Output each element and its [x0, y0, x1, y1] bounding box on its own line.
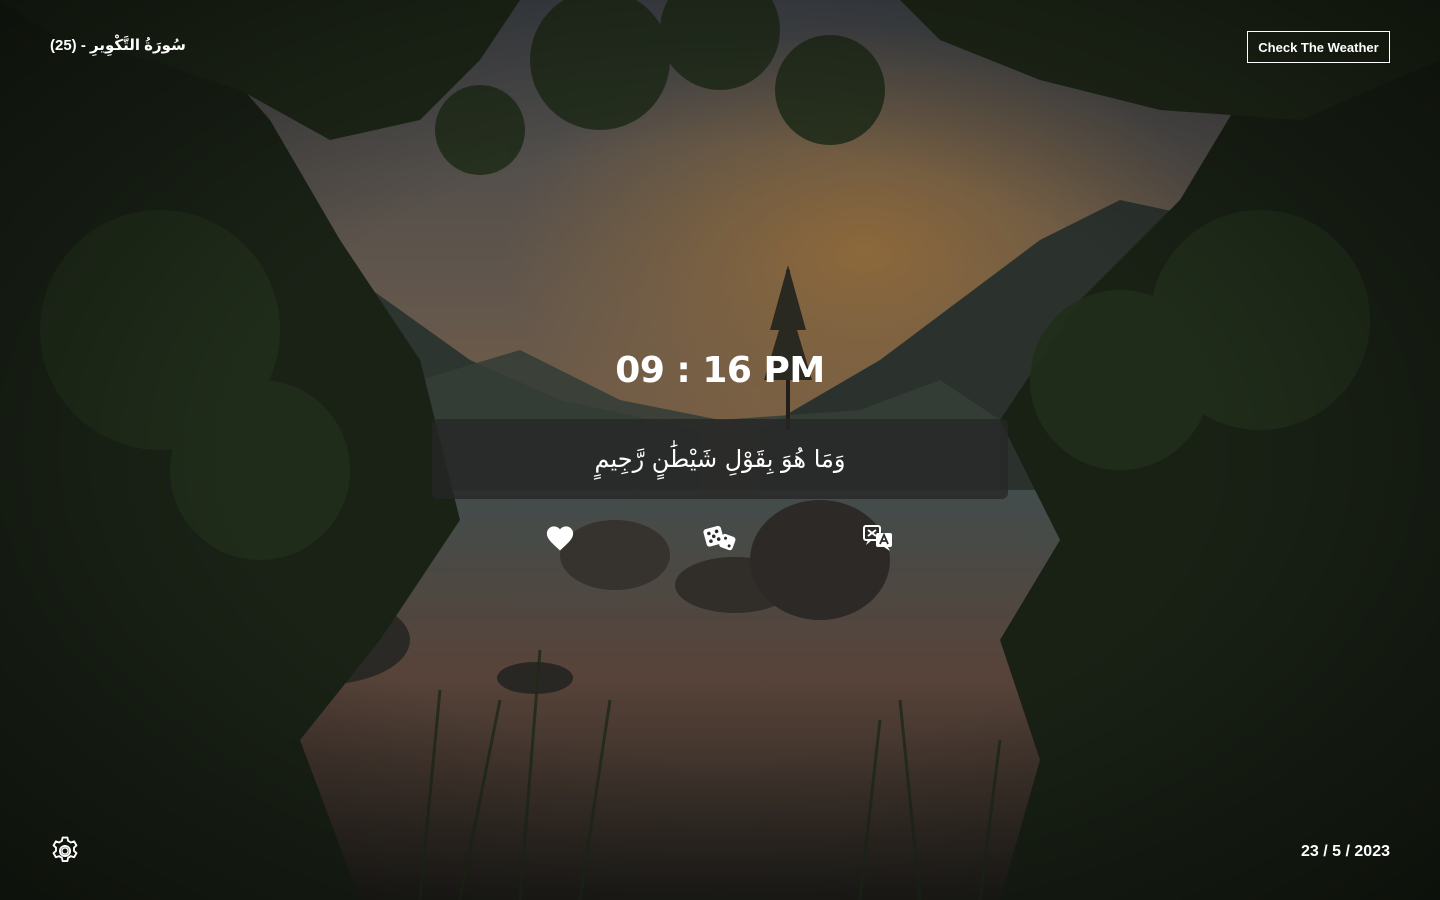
settings-button[interactable]: [48, 834, 82, 868]
random-verse-button[interactable]: [700, 518, 740, 558]
verse-actions: [0, 518, 1440, 558]
favorite-button[interactable]: [540, 518, 580, 558]
heart-icon: [546, 526, 574, 551]
clock-time: 09 : 16 PM: [615, 350, 825, 391]
dice-icon: [703, 525, 736, 551]
current-date: 23 / 5 / 2023: [1301, 843, 1390, 860]
surah-label: (25) - سُورَةُ التَّكْوِيرِ: [50, 37, 186, 54]
check-weather-button[interactable]: Check The Weather: [1247, 31, 1390, 63]
verse-text: وَمَا هُوَ بِقَوْلِ شَيْطَٰنٍ رَّجِيمٍ: [594, 445, 846, 473]
verse-card: وَمَا هُوَ بِقَوْلِ شَيْطَٰنٍ رَّجِيمٍ: [432, 419, 1008, 499]
translate-icon: [863, 525, 892, 551]
gear-icon: [52, 836, 78, 862]
translate-button[interactable]: [858, 518, 898, 558]
